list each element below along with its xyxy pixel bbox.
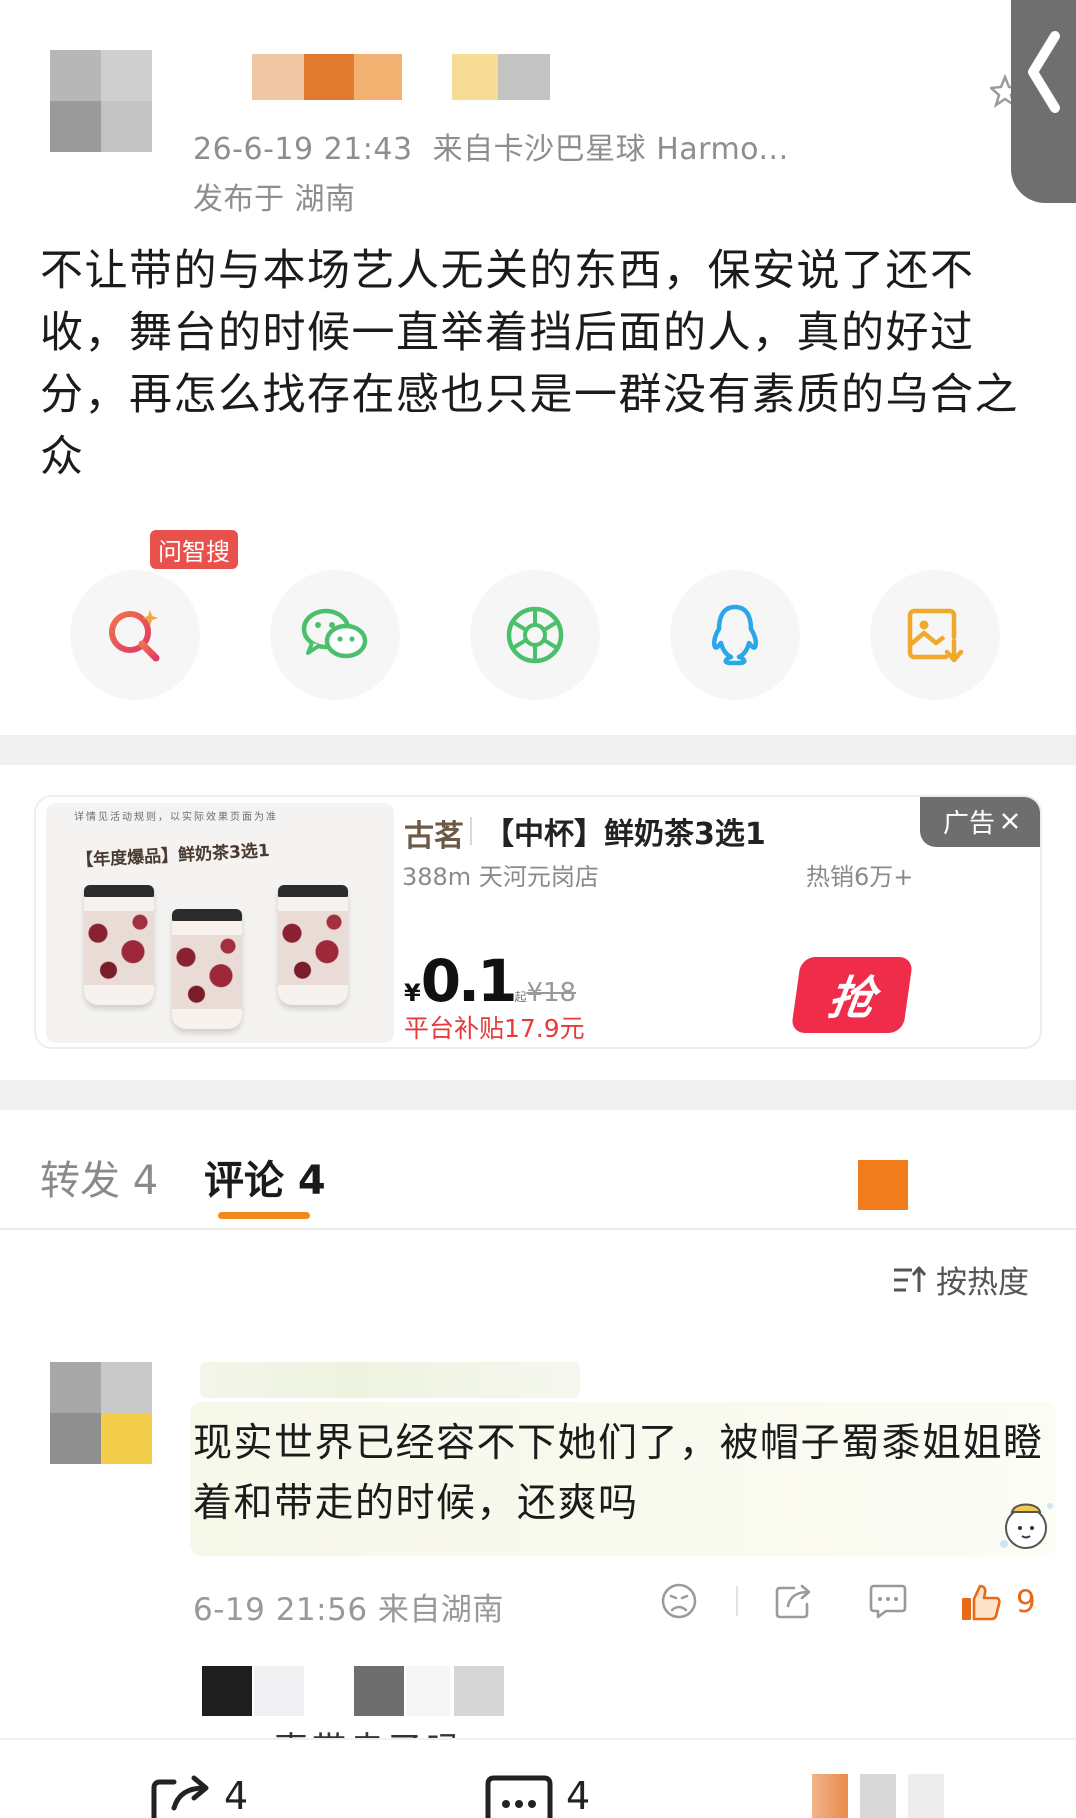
bottom-action-bar: 4 4 [0, 1738, 1076, 1818]
like-count: 9 [1016, 1584, 1036, 1620]
dislike-face-icon[interactable] [660, 1582, 698, 1620]
ad-divider [470, 817, 472, 845]
author-avatar[interactable] [50, 50, 152, 152]
bubble-sticker-icon [1000, 1503, 1053, 1549]
ad-image-title: 【年度爆品】鲜奶茶3选1 [75, 840, 271, 872]
sort-icon [894, 1266, 927, 1292]
share-qq[interactable] [670, 570, 800, 700]
comment-action[interactable]: 4 [484, 1774, 590, 1818]
share-moments[interactable] [470, 570, 600, 700]
comment-icon [485, 1775, 553, 1818]
grab-button[interactable]: 抢 [790, 957, 914, 1033]
comment-meta: 6-19 21:56 来自湖南 [193, 1592, 504, 1628]
ad-image-disclaimer: 详情见活动规则，以实际效果页面为准 [74, 812, 278, 823]
tab-divider [0, 1228, 1076, 1230]
ad-hot-sales: 热销6万+ [806, 863, 914, 891]
comment-count: 4 [566, 1774, 591, 1818]
redacted-block [812, 1774, 848, 1818]
post-timestamp: 26-6-19 21:43 [193, 132, 413, 167]
redacted-block [908, 1774, 944, 1818]
like-icon[interactable] [960, 1582, 1002, 1622]
redacted-block [354, 1666, 404, 1716]
meta-separator [736, 1586, 738, 1616]
redacted-block [860, 1774, 896, 1818]
redacted-block [254, 1666, 304, 1716]
section-divider [0, 1080, 1076, 1110]
ad-subsidy: 平台补贴17.9元 [404, 1014, 585, 1043]
repost-icon [151, 1775, 209, 1818]
tab-comment[interactable]: 评论 4 [204, 1148, 326, 1206]
post-source[interactable]: 来自卡沙巴星球 Harmo... [433, 132, 789, 167]
ad-store: 388m 天河元岗店 [402, 863, 599, 891]
post-meta: 26-6-19 21:43 来自卡沙巴星球 Harmo... [193, 124, 789, 168]
chevron-left-icon [1028, 31, 1060, 113]
redacted-block [858, 1160, 908, 1210]
post-body: 不让带的与本场艺人无关的东西，保安说了还不收，舞台的时候一直举着挡后面的人，真的… [40, 246, 1019, 482]
ad-title: 【中杯】鲜奶茶3选1 [484, 817, 766, 852]
price-from: 起 [514, 990, 527, 1004]
moments-icon [506, 606, 564, 664]
tea-cup-image [278, 885, 348, 1005]
redacted-block [202, 1666, 252, 1716]
tea-cup-image [84, 885, 154, 1005]
redacted-block [406, 1666, 450, 1716]
tea-cup-image [172, 909, 242, 1029]
share-row: 问智搜 [70, 530, 1010, 700]
like-action[interactable] [812, 1774, 944, 1818]
tab-repost[interactable]: 转发 4 [40, 1148, 158, 1206]
commenter-avatar[interactable] [50, 1362, 152, 1464]
redacted-block [454, 1666, 504, 1716]
wechat-icon [301, 608, 368, 659]
author-name[interactable] [252, 54, 550, 100]
ad-product-image: 详情见活动规则，以实际效果页面为准 【年度爆品】鲜奶茶3选1 [46, 803, 394, 1043]
reply-icon[interactable] [868, 1582, 908, 1620]
currency-symbol: ¥ [404, 979, 421, 1007]
section-divider [0, 735, 1076, 765]
qq-icon [711, 604, 759, 666]
share-save-image[interactable] [870, 570, 1000, 700]
repost-action[interactable]: 4 [150, 1774, 248, 1818]
price-value: 0.1 [420, 947, 518, 1015]
ad-price: ¥0.1起¥18 [404, 947, 576, 1015]
ad-brand: 古茗 [404, 819, 464, 854]
ad-card[interactable]: 详情见活动规则，以实际效果页面为准 【年度爆品】鲜奶茶3选1 古茗 【中杯】鲜奶… [34, 795, 1042, 1049]
back-button[interactable] [1011, 0, 1076, 203]
search-ai-icon [109, 610, 160, 662]
close-icon[interactable] [1001, 812, 1019, 830]
sort-label: 按热度 [936, 1265, 1029, 1301]
post-location: 发布于 湖南 [193, 182, 356, 217]
share-ai-search[interactable]: 问智搜 [70, 530, 238, 700]
save-image-icon [907, 608, 964, 663]
original-price: ¥18 [526, 978, 577, 1008]
commenter-name[interactable] [200, 1362, 580, 1398]
ad-close-tag[interactable]: 广告 [920, 797, 1040, 847]
ai-search-badge: 问智搜 [150, 530, 238, 569]
repost-count: 4 [224, 1774, 249, 1818]
share-wechat[interactable] [270, 570, 400, 700]
share-icon[interactable] [774, 1582, 814, 1620]
comment-text: 现实世界已经容不下她们了，被帽子蜀黍姐姐瞪着和带走的时候，还爽吗 [193, 1421, 1044, 1526]
sort-by-hot[interactable]: 按热度 [892, 1257, 1029, 1302]
tab-active-indicator [218, 1212, 310, 1219]
ad-label: 广告 [942, 808, 995, 839]
